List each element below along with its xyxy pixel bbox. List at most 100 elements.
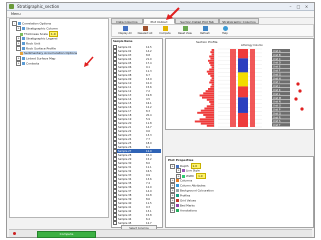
refresh-button[interactable]: Refresh	[196, 26, 214, 37]
unit-label: Unit A	[273, 49, 281, 53]
unit-label: Unit E	[273, 65, 281, 69]
tree-item-label: Stratigraphic Column	[26, 26, 58, 31]
main-panel: Data Columns Plot Output Section Detail …	[111, 18, 314, 228]
tree-item[interactable]: - Rock Surface Profile	[16, 46, 56, 51]
property-item[interactable]: + Width 1.0	[176, 173, 207, 179]
maximize-button[interactable]: □	[295, 4, 302, 9]
property-icon	[176, 194, 179, 197]
map-icon	[22, 57, 25, 60]
sample-list[interactable]: Sample Name Sample 01 12.5 Sample 02 14.2 Sa…	[111, 38, 163, 228]
profile-bar	[210, 103, 214, 106]
deselect-all-button[interactable]: Deselect All	[136, 26, 154, 37]
properties-panel: Plot Properties + Depth 1.0 + Line Style + Wid…	[165, 156, 314, 228]
tree-item-label: Contacts	[26, 61, 40, 66]
property-label: Columns	[180, 178, 193, 183]
property-icon	[176, 204, 179, 207]
property-icon	[176, 199, 179, 202]
profile-bar	[210, 85, 214, 88]
tree-item[interactable]: - Correlation Options	[12, 21, 52, 26]
tree-item[interactable]: + Stratigraphic Column	[16, 26, 58, 31]
unit-label: Unit P	[273, 108, 281, 112]
compute-button[interactable]: Compute	[156, 26, 174, 37]
profile-bar	[194, 120, 214, 123]
property-label: Bed Marks	[180, 203, 195, 208]
unit-label: Unit S	[273, 119, 281, 123]
profile-bar	[208, 59, 214, 62]
expand-icon[interactable]: +	[170, 163, 175, 169]
sample-checkbox[interactable]	[113, 221, 117, 225]
options-icon	[20, 51, 23, 55]
property-item[interactable]: + Profiles	[170, 193, 190, 198]
red-strip	[230, 49, 236, 127]
unit-label: Unit L	[273, 92, 281, 96]
lithology-block	[238, 58, 248, 73]
unit-label: Unit J	[273, 84, 280, 88]
profile-bar	[203, 114, 214, 116]
title-bar: Stratigraphic_section – □ ×	[7, 3, 314, 11]
red-arrow-annotation-left	[84, 56, 94, 67]
reset-view-button[interactable]: Reset View	[176, 26, 194, 37]
unit-label: Unit C	[273, 57, 281, 61]
lithology-block	[238, 112, 248, 127]
profile-bar	[209, 81, 214, 84]
tree-item[interactable]: + Contacts	[16, 61, 40, 66]
profile-bar	[211, 77, 214, 80]
app-window: Stratigraphic_section – □ × Menu - Correl…	[6, 2, 315, 238]
property-icon	[176, 184, 179, 187]
minimize-button[interactable]: –	[287, 4, 294, 9]
expand-icon[interactable]: +	[170, 208, 175, 213]
unit-label: Unit T	[273, 123, 281, 127]
tree-item-label: Stratigraphic Legend	[26, 36, 58, 41]
tree-item-label: Correlation Options	[22, 21, 52, 26]
lithology-block	[238, 97, 248, 113]
property-item[interactable]: + Depth 1.0	[170, 163, 201, 169]
profile-bar	[206, 124, 214, 127]
contact-icon	[22, 62, 25, 65]
compute-go-button[interactable]: Compute	[37, 231, 96, 238]
property-item[interactable]: + Annotations	[170, 208, 197, 213]
property-value-field[interactable]: 1.0	[196, 173, 207, 179]
menu-bar: Menu	[7, 11, 314, 18]
close-button[interactable]: ×	[303, 4, 310, 9]
tree-item-label: Rock Unit	[26, 41, 41, 46]
help-icon	[222, 26, 228, 31]
help-button[interactable]: Help	[216, 26, 234, 37]
menu-file[interactable]: Menu	[11, 12, 21, 16]
tree-item-label: Sedimentary Accumulation Options	[24, 51, 78, 55]
property-item[interactable]: + Line Style	[176, 168, 200, 173]
profile-bar	[205, 116, 214, 119]
marker-dot	[294, 97, 298, 101]
tree-item[interactable]: Thickness Scale 1.0	[20, 31, 58, 37]
property-item[interactable]: + Columns	[170, 178, 193, 183]
property-icon	[176, 179, 179, 182]
profile-bar	[204, 107, 214, 110]
property-label: Background Colouration	[180, 188, 214, 193]
expand-icon[interactable]: +	[16, 61, 21, 66]
property-label: Column Attributes	[180, 183, 206, 188]
deselect-icon	[142, 26, 148, 31]
tree-item[interactable]: + Linked Surface Map	[16, 56, 56, 61]
stop-icon[interactable]	[13, 232, 16, 235]
tree-item[interactable]: + Stratigraphic Legend	[16, 36, 58, 41]
profile-bar	[210, 57, 214, 60]
property-item[interactable]: + Bed Marks	[170, 203, 195, 208]
property-item[interactable]: + Background Colouration	[170, 188, 214, 193]
marker-dot	[296, 82, 300, 86]
lithology-block	[238, 86, 248, 98]
tree-item-selected[interactable]: Sedimentary Accumulation Options	[20, 51, 78, 55]
display-icon	[122, 26, 128, 31]
red-strip	[250, 49, 255, 127]
tree-item-label: Linked Surface Map	[26, 56, 56, 61]
property-item[interactable]: + Grid Values	[170, 198, 196, 203]
display-all-button[interactable]: Display All	[116, 26, 134, 37]
unit-label: Unit G	[273, 72, 281, 76]
status-bar: Compute	[9, 229, 312, 238]
unit-label: Unit D	[273, 61, 281, 65]
property-label: Line Style	[186, 168, 200, 173]
profile-bar	[206, 105, 214, 108]
chart-panel: Section Profile Lithology Column Unit AU…	[165, 38, 314, 130]
property-item[interactable]: + Column Attributes	[170, 183, 206, 188]
profile-bar	[203, 92, 214, 95]
unit-label: Unit N	[273, 100, 281, 104]
tree-item[interactable]: + Rock Unit	[16, 41, 41, 46]
